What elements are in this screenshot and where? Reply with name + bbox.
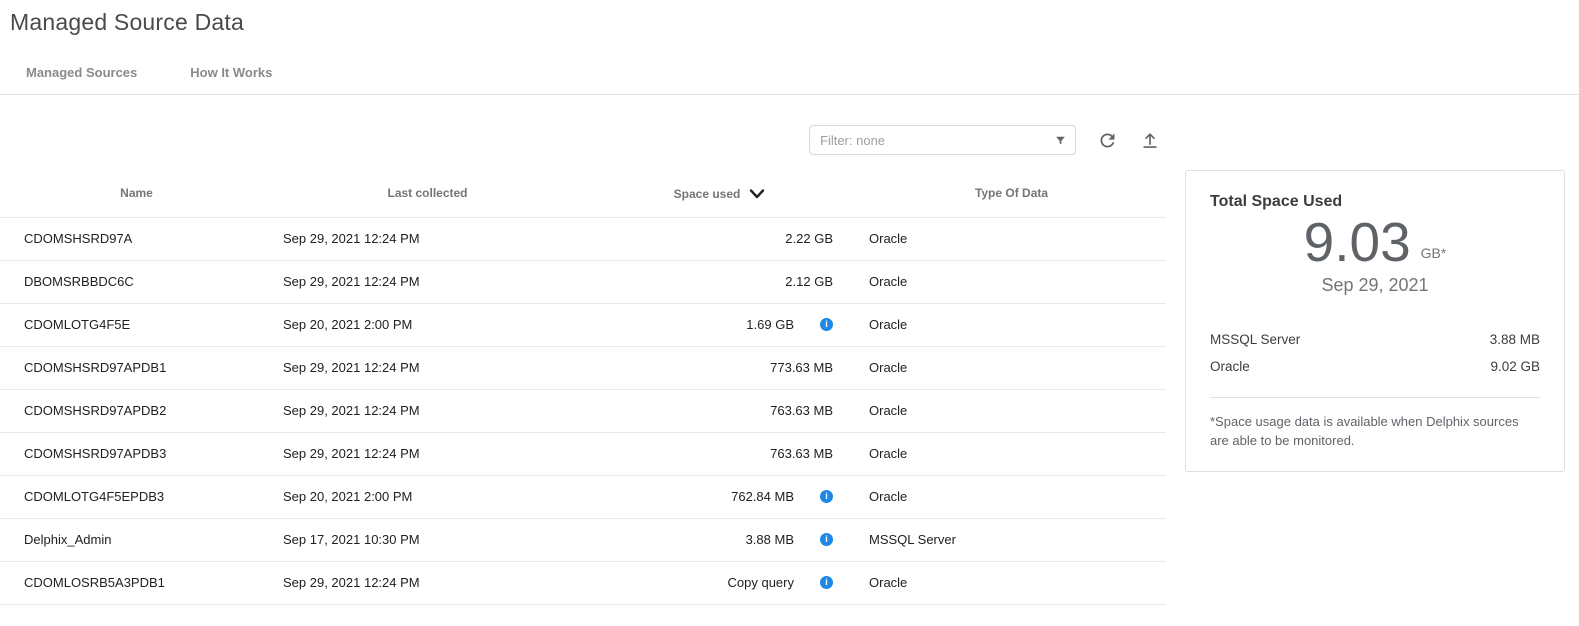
cell-type-of-data: Oracle xyxy=(857,303,1166,346)
table-body: CDOMSHSRD97ASep 29, 2021 12:24 PM2.22 GB… xyxy=(0,217,1166,604)
breakdown-value: 3.88 MB xyxy=(1490,332,1540,347)
cell-name: CDOMLOSRB5A3PDB1 xyxy=(0,561,273,604)
info-icon[interactable]: i xyxy=(820,490,833,503)
cell-space-used: 2.22 GB xyxy=(582,217,857,260)
cell-space-used: 763.63 MB xyxy=(582,389,857,432)
panel-title: Total Space Used xyxy=(1210,193,1540,211)
total-space-unit: GB* xyxy=(1421,245,1447,274)
breakdown-row-mssql: MSSQL Server 3.88 MB xyxy=(1210,326,1540,353)
cell-type-of-data: Oracle xyxy=(857,561,1166,604)
tab-bar: Managed Sources How It Works xyxy=(0,65,1579,80)
cell-name: CDOMLOTG4F5E xyxy=(0,303,273,346)
cell-last-collected: Sep 29, 2021 12:24 PM xyxy=(273,260,582,303)
cell-type-of-data: Oracle xyxy=(857,217,1166,260)
total-space-value: 9.03 GB* xyxy=(1210,211,1540,274)
space-used-value: 762.84 MB xyxy=(731,489,794,504)
cell-last-collected: Sep 29, 2021 12:24 PM xyxy=(273,389,582,432)
content-area: Name Last collected Space used Type Of D… xyxy=(0,95,1579,605)
cell-last-collected: Sep 29, 2021 12:24 PM xyxy=(273,561,582,604)
upload-icon[interactable] xyxy=(1138,128,1162,152)
cell-name: CDOMSHSRD97APDB1 xyxy=(0,346,273,389)
filter-input[interactable] xyxy=(809,125,1076,155)
total-space-number: 9.03 xyxy=(1304,211,1411,274)
total-space-used-panel: Total Space Used 9.03 GB* Sep 29, 2021 M… xyxy=(1185,170,1565,472)
column-header-name[interactable]: Name xyxy=(0,170,273,217)
main-column: Name Last collected Space used Type Of D… xyxy=(0,95,1166,605)
cell-last-collected: Sep 29, 2021 12:24 PM xyxy=(273,432,582,475)
info-icon[interactable]: i xyxy=(820,533,833,546)
space-used-value: 763.63 MB xyxy=(770,403,833,418)
space-used-value: 3.88 MB xyxy=(746,532,794,547)
cell-space-used: 762.84 MB i xyxy=(582,475,857,518)
cell-name: Delphix_Admin xyxy=(0,518,273,561)
space-used-value: 2.22 GB xyxy=(785,231,833,246)
cell-type-of-data: Oracle xyxy=(857,432,1166,475)
table-row[interactable]: CDOMLOTG4F5EPDB3Sep 20, 2021 2:00 PM762.… xyxy=(0,475,1166,518)
cell-type-of-data: Oracle xyxy=(857,389,1166,432)
table-row[interactable]: CDOMSHSRD97APDB1Sep 29, 2021 12:24 PM 773… xyxy=(0,346,1166,389)
cell-space-used: 773.63 MB xyxy=(582,346,857,389)
cell-name: CDOMSHSRD97APDB2 xyxy=(0,389,273,432)
space-breakdown: MSSQL Server 3.88 MB Oracle 9.02 GB xyxy=(1210,326,1540,380)
cell-last-collected: Sep 20, 2021 2:00 PM xyxy=(273,475,582,518)
table-row[interactable]: CDOMSHSRD97APDB3Sep 29, 2021 12:24 PM 763… xyxy=(0,432,1166,475)
cell-last-collected: Sep 20, 2021 2:00 PM xyxy=(273,303,582,346)
info-icon[interactable]: i xyxy=(820,576,833,589)
breakdown-label: Oracle xyxy=(1210,359,1250,374)
breakdown-label: MSSQL Server xyxy=(1210,332,1300,347)
table-row[interactable]: CDOMSHSRD97APDB2Sep 29, 2021 12:24 PM 763… xyxy=(0,389,1166,432)
cell-name: CDOMLOTG4F5EPDB3 xyxy=(0,475,273,518)
cell-name: DBOMSRBBDC6C xyxy=(0,260,273,303)
panel-footnote: *Space usage data is available when Delp… xyxy=(1210,413,1540,451)
managed-sources-table: Name Last collected Space used Type Of D… xyxy=(0,170,1166,605)
column-header-space-used[interactable]: Space used xyxy=(582,170,857,217)
cell-type-of-data: MSSQL Server xyxy=(857,518,1166,561)
cell-space-used: 3.88 MB i xyxy=(582,518,857,561)
cell-name: CDOMSHSRD97APDB3 xyxy=(0,432,273,475)
cell-space-used: 1.69 GB i xyxy=(582,303,857,346)
column-header-space-used-label: Space used xyxy=(674,187,741,201)
cell-name: CDOMSHSRD97A xyxy=(0,217,273,260)
column-header-type-of-data[interactable]: Type Of Data xyxy=(857,170,1166,217)
filter-box xyxy=(809,125,1076,155)
cell-last-collected: Sep 29, 2021 12:24 PM xyxy=(273,346,582,389)
cell-type-of-data: Oracle xyxy=(857,346,1166,389)
copy-query-action[interactable]: Copy query xyxy=(728,575,794,590)
info-icon[interactable]: i xyxy=(820,318,833,331)
cell-space-used: 2.12 GB xyxy=(582,260,857,303)
table-toolbar xyxy=(0,125,1166,155)
cell-last-collected: Sep 29, 2021 12:24 PM xyxy=(273,217,582,260)
table-row[interactable]: CDOMSHSRD97ASep 29, 2021 12:24 PM 2.22 GB… xyxy=(0,217,1166,260)
panel-divider xyxy=(1210,397,1540,398)
table-row[interactable]: CDOMLOSRB5A3PDB1Sep 29, 2021 12:24 PMCop… xyxy=(0,561,1166,604)
cell-space-used: Copy query i xyxy=(582,561,857,604)
breakdown-row-oracle: Oracle 9.02 GB xyxy=(1210,353,1540,380)
tab-managed-sources[interactable]: Managed Sources xyxy=(26,65,137,80)
refresh-icon[interactable] xyxy=(1095,128,1119,152)
space-used-value: 763.63 MB xyxy=(770,446,833,461)
tab-how-it-works[interactable]: How It Works xyxy=(190,65,272,80)
space-used-value: 2.12 GB xyxy=(785,274,833,289)
table-row[interactable]: DBOMSRBBDC6CSep 29, 2021 12:24 PM 2.12 GB… xyxy=(0,260,1166,303)
column-header-last-collected[interactable]: Last collected xyxy=(273,170,582,217)
cell-last-collected: Sep 17, 2021 10:30 PM xyxy=(273,518,582,561)
table-row[interactable]: Delphix_AdminSep 17, 2021 10:30 PM3.88 M… xyxy=(0,518,1166,561)
cell-type-of-data: Oracle xyxy=(857,260,1166,303)
sort-desc-icon xyxy=(749,189,765,199)
breakdown-value: 9.02 GB xyxy=(1490,359,1540,374)
cell-space-used: 763.63 MB xyxy=(582,432,857,475)
space-used-value: 773.63 MB xyxy=(770,360,833,375)
table-row[interactable]: CDOMLOTG4F5ESep 20, 2021 2:00 PM 1.69 GB i… xyxy=(0,303,1166,346)
table-header-row: Name Last collected Space used Type Of D… xyxy=(0,170,1166,217)
cell-type-of-data: Oracle xyxy=(857,475,1166,518)
total-space-date: Sep 29, 2021 xyxy=(1210,275,1540,296)
filter-icon[interactable] xyxy=(1050,131,1070,149)
page-title: Managed Source Data xyxy=(10,9,1579,36)
space-used-value: 1.69 GB xyxy=(746,317,794,332)
